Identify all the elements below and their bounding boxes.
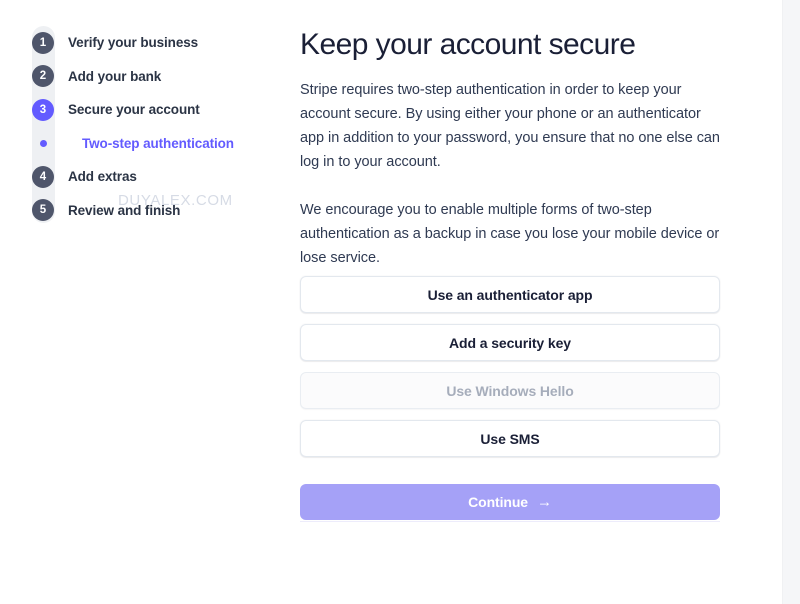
sidebar-item-add-extras[interactable]: 4 Add extras xyxy=(0,160,285,194)
sidebar-item-verify-your-business[interactable]: 1 Verify your business xyxy=(0,26,285,60)
bullet-dot-icon xyxy=(32,132,54,154)
substep-label: Two-step authentication xyxy=(82,135,234,151)
use-sms-button[interactable]: Use SMS xyxy=(300,420,720,457)
onboarding-stepper: 1 Verify your business 2 Add your bank 3… xyxy=(0,0,285,604)
add-security-key-button[interactable]: Add a security key xyxy=(300,324,720,361)
step-label: Add your bank xyxy=(68,68,162,84)
sidebar-item-review-and-finish[interactable]: 5 Review and finish xyxy=(0,194,285,228)
step-label: Verify your business xyxy=(68,35,199,51)
main-content: Keep your account secure Stripe requires… xyxy=(300,26,720,270)
sidebar-item-add-your-bank[interactable]: 2 Add your bank xyxy=(0,60,285,94)
onboarding-page: 1 Verify your business 2 Add your bank 3… xyxy=(0,0,800,604)
step-label: Review and finish xyxy=(68,202,181,218)
step-number-badge: 2 xyxy=(32,65,54,88)
sidebar-item-secure-your-account[interactable]: 3 Secure your account xyxy=(0,93,285,127)
continue-button[interactable]: Continue → xyxy=(300,484,720,520)
content-bottom-divider xyxy=(300,521,720,522)
continue-button-label: Continue xyxy=(468,494,528,510)
step-label: Secure your account xyxy=(68,102,200,118)
arrow-right-icon: → xyxy=(536,493,552,510)
intro-paragraph-1: Stripe requires two-step authentication … xyxy=(300,82,720,170)
page-title: Keep your account secure xyxy=(300,28,636,61)
use-windows-hello-button: Use Windows Hello xyxy=(300,372,720,409)
step-number-badge: 1 xyxy=(32,31,54,54)
step-number-badge-current: 3 xyxy=(32,98,54,121)
sidebar-subitem-two-step-authentication[interactable]: Two-step authentication xyxy=(0,127,285,161)
vertical-scrollbar[interactable] xyxy=(782,0,800,604)
use-authenticator-app-button[interactable]: Use an authenticator app xyxy=(300,276,720,313)
step-number-badge: 5 xyxy=(32,199,54,222)
two-step-options-list: Use an authenticator app Add a security … xyxy=(300,276,720,468)
intro-paragraph-2: We encourage you to enable multiple form… xyxy=(300,202,720,266)
step-label: Add extras xyxy=(68,169,137,185)
continue-button-row: Continue → xyxy=(300,484,720,520)
step-number-badge: 4 xyxy=(32,165,54,188)
stepper-items: 1 Verify your business 2 Add your bank 3… xyxy=(0,26,285,227)
